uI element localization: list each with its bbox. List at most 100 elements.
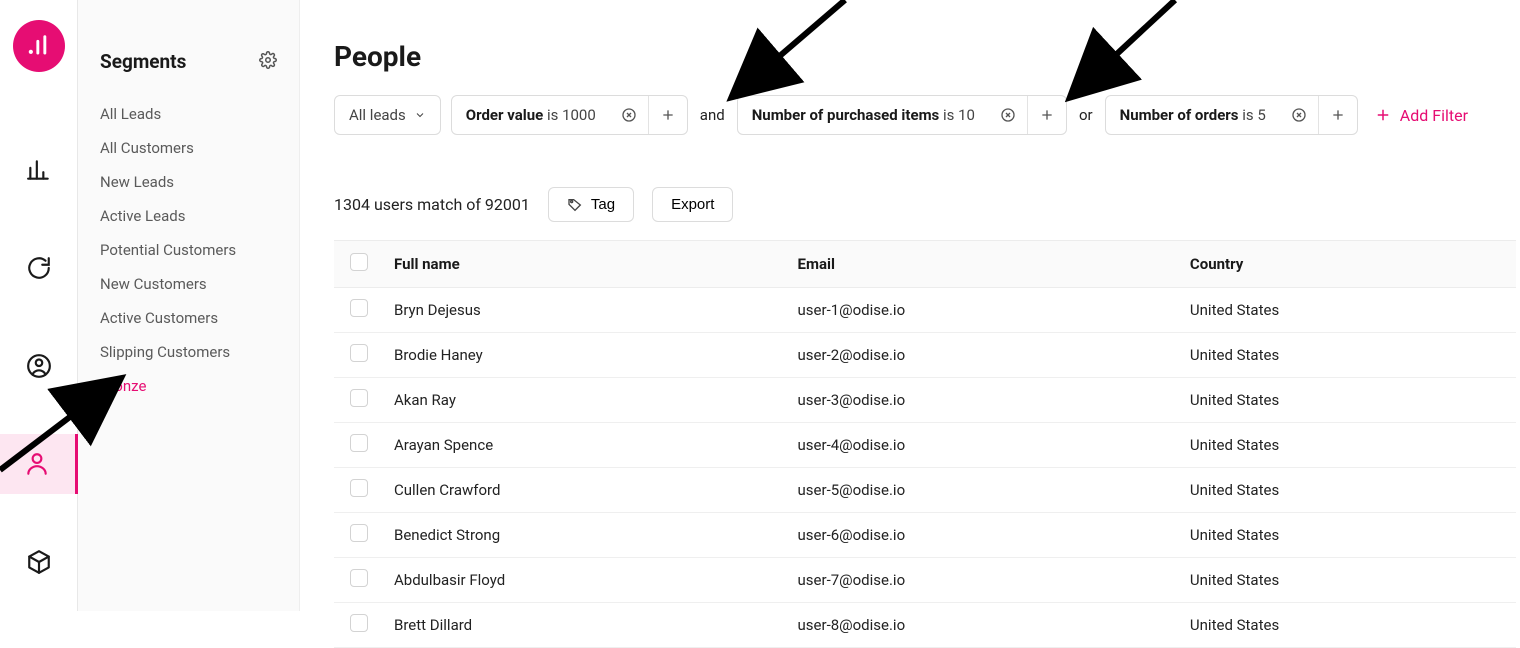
segment-item[interactable]: New Leads bbox=[78, 165, 299, 199]
filter-text: Number of purchased items is 10 bbox=[738, 96, 989, 134]
export-button-label: Export bbox=[671, 196, 714, 213]
row-checkbox[interactable] bbox=[350, 614, 368, 632]
export-button[interactable]: Export bbox=[652, 187, 733, 222]
filter-text: Order value is 1000 bbox=[452, 96, 610, 134]
row-checkbox[interactable] bbox=[350, 434, 368, 452]
segments-sidebar: Segments All LeadsAll CustomersNew Leads… bbox=[78, 0, 300, 611]
segment-item[interactable]: Active Customers bbox=[78, 301, 299, 335]
cell-name: Benedict Strong bbox=[384, 513, 788, 558]
nav-item-people[interactable] bbox=[0, 434, 78, 494]
match-bar: 1304 users match of 92001 Tag Export bbox=[334, 187, 1520, 222]
segments-title: Segments bbox=[100, 50, 186, 73]
segment-item[interactable]: Bronze bbox=[78, 369, 299, 403]
cell-email: user-6@odise.io bbox=[788, 513, 1180, 558]
row-checkbox[interactable] bbox=[350, 299, 368, 317]
row-checkbox[interactable] bbox=[350, 524, 368, 542]
table-row[interactable]: Brett Dillarduser-8@odise.ioUnited State… bbox=[334, 603, 1516, 648]
table-row[interactable]: Akan Rayuser-3@odise.ioUnited States bbox=[334, 378, 1516, 423]
cell-country: United States bbox=[1180, 288, 1516, 333]
filter-remove[interactable] bbox=[1280, 96, 1318, 134]
nav-item-sync[interactable] bbox=[0, 238, 78, 298]
tag-button-label: Tag bbox=[591, 196, 615, 213]
add-filter-label: Add Filter bbox=[1400, 106, 1468, 125]
close-icon bbox=[621, 107, 637, 123]
cell-country: United States bbox=[1180, 378, 1516, 423]
table-row[interactable]: Benedict Stronguser-6@odise.ioUnited Sta… bbox=[334, 513, 1516, 558]
table-row[interactable]: Cullen Crawforduser-5@odise.ioUnited Sta… bbox=[334, 468, 1516, 513]
page-title: People bbox=[334, 40, 1520, 73]
cell-country: United States bbox=[1180, 333, 1516, 378]
cell-email: user-7@odise.io bbox=[788, 558, 1180, 603]
cell-email: user-4@odise.io bbox=[788, 423, 1180, 468]
col-country: Country bbox=[1180, 241, 1516, 288]
col-email: Email bbox=[788, 241, 1180, 288]
leads-dropdown-label: All leads bbox=[349, 106, 406, 124]
table-row[interactable]: Bryn Dejesususer-1@odise.ioUnited States bbox=[334, 288, 1516, 333]
main-content: People All leads Order value is 1000 and N… bbox=[300, 0, 1520, 611]
cell-country: United States bbox=[1180, 603, 1516, 648]
cell-name: Brett Dillard bbox=[384, 603, 788, 648]
close-icon bbox=[1291, 107, 1307, 123]
cell-name: Cullen Crawford bbox=[384, 468, 788, 513]
filter-join-word: and bbox=[698, 106, 727, 124]
segment-item[interactable]: All Leads bbox=[78, 97, 299, 131]
cell-email: user-5@odise.io bbox=[788, 468, 1180, 513]
cell-email: user-3@odise.io bbox=[788, 378, 1180, 423]
people-table: Full name Email Country Bryn Dejesususer… bbox=[334, 240, 1516, 648]
add-filter-button[interactable]: Add Filter bbox=[1368, 106, 1468, 125]
cell-email: user-2@odise.io bbox=[788, 333, 1180, 378]
filter-chip[interactable]: Order value is 1000 bbox=[451, 95, 688, 135]
tag-icon bbox=[567, 197, 583, 213]
leads-dropdown[interactable]: All leads bbox=[334, 95, 441, 135]
cell-name: Bryn Dejesus bbox=[384, 288, 788, 333]
nav-item-analytics[interactable] bbox=[0, 140, 78, 200]
cell-country: United States bbox=[1180, 468, 1516, 513]
filter-text: Number of orders is 5 bbox=[1106, 96, 1280, 134]
plus-icon bbox=[1330, 107, 1346, 123]
cell-country: United States bbox=[1180, 513, 1516, 558]
col-fullname: Full name bbox=[384, 241, 788, 288]
filter-remove[interactable] bbox=[989, 96, 1027, 134]
filter-chip[interactable]: Number of purchased items is 10 bbox=[737, 95, 1067, 135]
filter-add-condition[interactable] bbox=[1028, 96, 1066, 134]
row-checkbox[interactable] bbox=[350, 389, 368, 407]
row-checkbox[interactable] bbox=[350, 344, 368, 362]
nav-item-cube[interactable] bbox=[0, 532, 78, 592]
match-summary: 1304 users match of 92001 bbox=[334, 195, 530, 214]
table-row[interactable]: Arayan Spenceuser-4@odise.ioUnited State… bbox=[334, 423, 1516, 468]
cell-name: Brodie Haney bbox=[384, 333, 788, 378]
segment-item[interactable]: Potential Customers bbox=[78, 233, 299, 267]
cell-email: user-8@odise.io bbox=[788, 603, 1180, 648]
app-logo[interactable] bbox=[13, 20, 65, 72]
filter-remove[interactable] bbox=[610, 96, 648, 134]
table-row[interactable]: Abdulbasir Floyduser-7@odise.ioUnited St… bbox=[334, 558, 1516, 603]
tag-button[interactable]: Tag bbox=[548, 187, 634, 222]
cell-name: Abdulbasir Floyd bbox=[384, 558, 788, 603]
filter-row: All leads Order value is 1000 and Number o… bbox=[334, 95, 1520, 135]
filter-add-condition[interactable] bbox=[649, 96, 687, 134]
cell-name: Arayan Spence bbox=[384, 423, 788, 468]
plus-icon bbox=[660, 107, 676, 123]
row-checkbox[interactable] bbox=[350, 569, 368, 587]
cell-name: Akan Ray bbox=[384, 378, 788, 423]
filter-join-word: or bbox=[1077, 106, 1095, 124]
cell-country: United States bbox=[1180, 423, 1516, 468]
segment-item[interactable]: Active Leads bbox=[78, 199, 299, 233]
segments-settings-button[interactable] bbox=[259, 51, 277, 73]
segment-item[interactable]: New Customers bbox=[78, 267, 299, 301]
chevron-down-icon bbox=[414, 109, 426, 121]
row-checkbox[interactable] bbox=[350, 479, 368, 497]
plus-icon bbox=[1374, 106, 1392, 124]
nav-rail bbox=[0, 0, 78, 611]
cell-country: United States bbox=[1180, 558, 1516, 603]
close-icon bbox=[1000, 107, 1016, 123]
cell-email: user-1@odise.io bbox=[788, 288, 1180, 333]
plus-icon bbox=[1039, 107, 1055, 123]
table-row[interactable]: Brodie Haneyuser-2@odise.ioUnited States bbox=[334, 333, 1516, 378]
segment-item[interactable]: All Customers bbox=[78, 131, 299, 165]
nav-item-contacts[interactable] bbox=[0, 336, 78, 396]
filter-chip[interactable]: Number of orders is 5 bbox=[1105, 95, 1358, 135]
filter-add-condition[interactable] bbox=[1319, 96, 1357, 134]
segment-item[interactable]: Slipping Customers bbox=[78, 335, 299, 369]
select-all-checkbox[interactable] bbox=[350, 253, 368, 271]
